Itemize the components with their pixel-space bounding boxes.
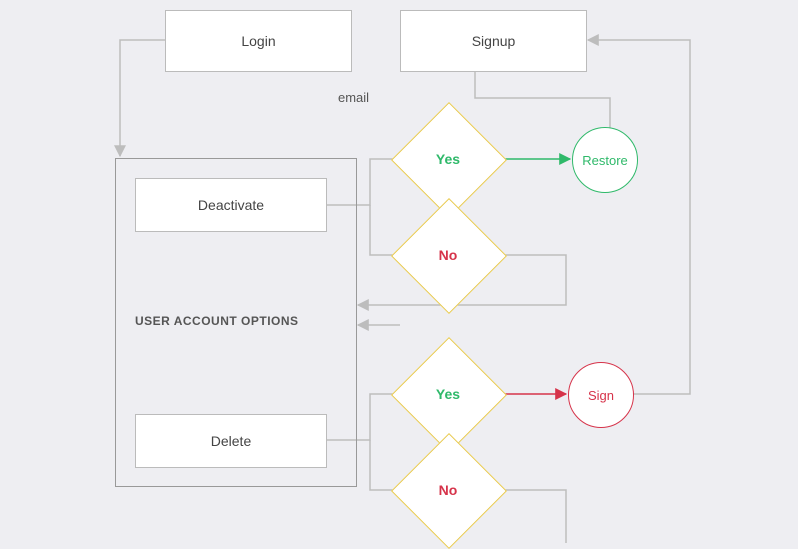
decision-label-no-2: No — [408, 450, 488, 530]
node-deactivate-label: Deactivate — [198, 197, 264, 213]
decision-delete-no[interactable]: No — [408, 450, 488, 530]
group-label: USER ACCOUNT OPTIONS — [135, 314, 299, 328]
decision-label-yes-2: Yes — [408, 354, 488, 434]
decision-label-no: No — [408, 215, 488, 295]
node-restore-label: Restore — [582, 153, 628, 168]
node-login-label: Login — [241, 33, 275, 49]
decision-deactivate-yes[interactable]: Yes — [408, 119, 488, 199]
node-delete-label: Delete — [211, 433, 251, 449]
node-restore[interactable]: Restore — [572, 127, 638, 193]
edge-label-email: email — [338, 90, 369, 105]
node-signup[interactable]: Signup — [400, 10, 587, 72]
decision-delete-yes[interactable]: Yes — [408, 354, 488, 434]
node-deactivate[interactable]: Deactivate — [135, 178, 327, 232]
decision-deactivate-no[interactable]: No — [408, 215, 488, 295]
node-signup-label: Signup — [472, 33, 516, 49]
node-login[interactable]: Login — [165, 10, 352, 72]
flowchart-canvas: Login Signup email USER ACCOUNT OPTIONS … — [0, 0, 798, 543]
node-sign[interactable]: Sign — [568, 362, 634, 428]
node-sign-label: Sign — [588, 388, 614, 403]
decision-label-yes: Yes — [408, 119, 488, 199]
node-delete[interactable]: Delete — [135, 414, 327, 468]
